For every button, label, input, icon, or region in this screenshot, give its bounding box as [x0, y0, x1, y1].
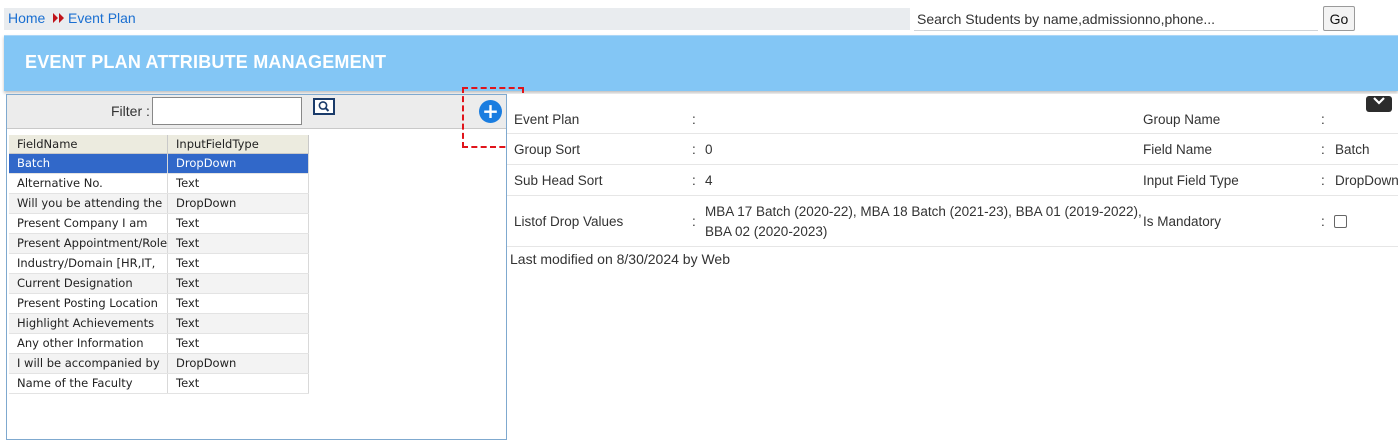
colon: :	[692, 112, 696, 127]
table-row[interactable]: Current Designation Text	[9, 273, 309, 294]
table-row[interactable]: I will be accompanied by DropDown	[9, 353, 309, 374]
colon: :	[1321, 173, 1325, 188]
fieldname-cell: Highlight Achievements	[9, 313, 169, 334]
table-row[interactable]: Present Posting Location Text	[9, 293, 309, 314]
detail-row-event-plan: Event Plan : Group Name :	[507, 103, 1398, 134]
sub-head-sort-label: Sub Head Sort	[514, 173, 603, 188]
breadcrumb-home-link[interactable]: Home	[8, 10, 45, 26]
fieldname-cell: Batch	[9, 153, 169, 174]
inputfieldtype-cell: Text	[167, 373, 309, 394]
table-row[interactable]: Any other Information Text	[9, 333, 309, 354]
colon: :	[692, 214, 696, 229]
group-sort-label: Group Sort	[514, 142, 581, 157]
is-mandatory-checkbox[interactable]	[1334, 215, 1347, 228]
inputfieldtype-cell: DropDown	[167, 153, 309, 174]
table-row[interactable]: Name of the Faculty Text	[9, 373, 309, 394]
detail-row-sub-head-sort: Sub Head Sort : 4 Input Field Type : Dro…	[507, 165, 1398, 196]
table-row[interactable]: Batch DropDown	[9, 153, 309, 174]
attribute-table: FieldName InputFieldType Batch DropDown Al…	[9, 135, 309, 394]
page-header: EVENT PLAN ATTRIBUTE MANAGEMENT	[4, 35, 1398, 91]
table-header-row: FieldName InputFieldType	[9, 135, 309, 154]
fieldname-cell: Industry/Domain [HR,IT,	[9, 253, 169, 274]
inputfieldtype-cell: Text	[167, 253, 309, 274]
inputfieldtype-cell: Text	[167, 313, 309, 334]
column-header-fieldname[interactable]: FieldName	[9, 135, 169, 154]
is-mandatory-label: Is Mandatory	[1143, 214, 1222, 229]
table-row[interactable]: Industry/Domain [HR,IT, Text	[9, 253, 309, 274]
colon: :	[692, 142, 696, 157]
breadcrumb-event-plan-link[interactable]: Event Plan	[68, 10, 136, 26]
sub-head-sort-value: 4	[705, 173, 713, 188]
breadcrumb	[4, 8, 910, 30]
attribute-list-panel: Filter : + FieldName InputFieldType Batc…	[6, 94, 507, 440]
go-button[interactable]: Go	[1323, 6, 1355, 31]
colon: :	[1321, 214, 1325, 229]
table-row[interactable]: Present Company I am Text	[9, 213, 309, 234]
drop-values-line-1: MBA 17 Batch (2020-22), MBA 18 Batch (20…	[705, 204, 1142, 219]
fieldname-cell: Current Designation	[9, 273, 169, 294]
double-arrow-icon	[52, 12, 66, 24]
inputfieldtype-cell: DropDown	[167, 193, 309, 214]
event-plan-label: Event Plan	[514, 112, 580, 127]
filter-bar: Filter : +	[7, 95, 506, 129]
last-modified-text: Last modified on 8/30/2024 by Web	[510, 251, 731, 267]
inputfieldtype-cell: Text	[167, 233, 309, 254]
fieldname-cell: Alternative No.	[9, 173, 169, 194]
colon: :	[692, 173, 696, 188]
input-field-type-label: Input Field Type	[1143, 173, 1239, 188]
table-row[interactable]: Highlight Achievements Text	[9, 313, 309, 334]
detail-row-group-sort: Group Sort : 0 Field Name : Batch	[507, 134, 1398, 165]
inputfieldtype-cell: DropDown	[167, 353, 309, 374]
colon: :	[1321, 142, 1325, 157]
filter-label: Filter :	[111, 103, 150, 119]
fieldname-cell: Present Posting Location	[9, 293, 169, 314]
drop-values-label: Listof Drop Values	[514, 214, 624, 229]
detail-row-drop-values: Listof Drop Values : MBA 17 Batch (2020-…	[507, 196, 1398, 247]
student-search-input[interactable]	[914, 7, 1318, 31]
colon: :	[1321, 112, 1325, 127]
fieldname-cell: Any other Information	[9, 333, 169, 354]
table-row[interactable]: Present Appointment/Role Text	[9, 233, 309, 254]
table-row[interactable]: Will you be attending the DropDown	[9, 193, 309, 214]
inputfieldtype-cell: Text	[167, 213, 309, 234]
search-icon[interactable]	[313, 98, 335, 115]
column-header-inputfieldtype[interactable]: InputFieldType	[167, 135, 309, 154]
table-row[interactable]: Alternative No. Text	[9, 173, 309, 194]
fieldname-cell: Will you be attending the	[9, 193, 169, 214]
group-name-label: Group Name	[1143, 112, 1221, 127]
page-title: EVENT PLAN ATTRIBUTE MANAGEMENT	[25, 52, 387, 72]
inputfieldtype-cell: Text	[167, 173, 309, 194]
drop-values-line-2: BBA 02 (2020-2023)	[705, 224, 828, 239]
group-sort-value: 0	[705, 142, 713, 157]
field-name-value: Batch	[1335, 142, 1370, 157]
field-name-label: Field Name	[1143, 142, 1213, 157]
fieldname-cell: Present Appointment/Role	[9, 233, 169, 254]
fieldname-cell: Present Company I am	[9, 213, 169, 234]
inputfieldtype-cell: Text	[167, 293, 309, 314]
inputfieldtype-cell: Text	[167, 333, 309, 354]
fieldname-cell: I will be accompanied by	[9, 353, 169, 374]
filter-input[interactable]	[152, 97, 302, 125]
fieldname-cell: Name of the Faculty	[9, 373, 169, 394]
inputfieldtype-cell: Text	[167, 273, 309, 294]
input-field-type-value: DropDown	[1335, 173, 1398, 188]
